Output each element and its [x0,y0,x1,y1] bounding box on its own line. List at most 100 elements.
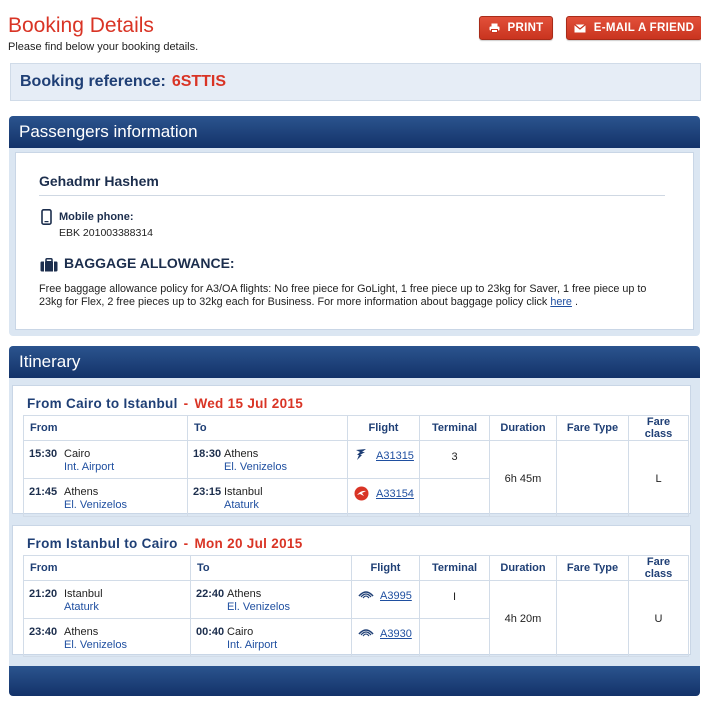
fare-class-value: L [628,440,689,517]
segment-destination: Cairo [141,536,178,551]
departure-time: 23:40 [29,626,58,638]
page-title: Booking Details [8,14,154,37]
segment-from-word: From [27,396,62,411]
passengers-heading: Passengers information [9,116,700,148]
briefcase-icon [40,258,58,277]
flight-number-link[interactable]: A3995 [380,590,412,602]
col-fare-class: Fare class [628,415,689,441]
segment-heading: From Cairo to Istanbul - Wed 15 Jul 2015 [27,396,303,411]
page-subtitle: Please find below your booking details. [8,41,199,53]
col-from: From [23,415,188,441]
arrival-airport: El. Venizelos [224,461,287,473]
baggage-allowance-title: BAGGAGE ALLOWANCE: [64,255,235,271]
arrival-time: 23:15 [193,486,222,498]
segment-to-word: to [124,536,138,551]
print-label: PRINT [507,22,544,34]
booking-reference-label: Booking reference: [20,73,166,90]
fare-type-value [556,580,629,657]
segment-dash: - [183,536,189,551]
flight-number-link[interactable]: A3930 [380,628,412,640]
itinerary-segment-outbound: From Cairo to Istanbul - Wed 15 Jul 2015 F… [12,385,691,517]
flight-number-link[interactable]: A33154 [376,488,414,500]
col-to: To [187,415,348,441]
segment-table: From To Flight Terminal Duration Fare Ty… [23,555,689,657]
departure-time: 21:20 [29,588,58,600]
table-header-row: From To Flight Terminal Duration Fare Ty… [23,555,689,581]
departure-airport: Ataturk [64,601,99,613]
segment-date: Mon 20 Jul 2015 [194,536,303,551]
fare-type-value [556,440,629,517]
baggage-policy-link[interactable]: here [550,296,572,308]
segment-destination: Istanbul [123,396,178,411]
mobile-phone-icon [41,209,52,230]
egyptair-falcon-icon [354,448,368,465]
arrival-city: Athens [227,588,262,600]
arrival-time: 18:30 [193,448,222,460]
print-button[interactable]: PRINT [479,16,553,40]
baggage-allowance-text: Free baggage allowance policy for A3/OA … [39,283,669,309]
email-friend-button[interactable]: E-MAIL A FRIEND [566,16,701,40]
email-friend-label: E-MAIL A FRIEND [593,22,695,34]
col-terminal: Terminal [419,415,490,441]
duration-value: 4h 20m [489,580,557,657]
segment-dash: - [183,396,189,411]
departure-airport: El. Venizelos [64,639,127,651]
turkish-airlines-icon [354,486,369,504]
departure-city: Istanbul [64,588,103,600]
mobile-phone-label: Mobile phone: [59,211,134,223]
itinerary-footer [9,666,700,696]
terminal-value [419,618,490,657]
baggage-policy-end: . [571,296,578,308]
col-flight: Flight [347,415,420,441]
arrival-city: Athens [224,448,259,460]
table-header-row: From To Flight Terminal Duration Fare Ty… [23,415,689,441]
fare-class-value: U [628,580,689,657]
col-from: From [23,555,191,581]
col-duration: Duration [489,555,557,581]
arrival-airport: El. Venizelos [227,601,290,613]
passengers-panel: Passengers information Gehadmr Hashem Mo… [9,116,700,336]
terminal-value: I [419,580,490,619]
departure-airport: Int. Airport [64,461,115,473]
departure-time: 15:30 [29,448,58,460]
col-duration: Duration [489,415,557,441]
arrival-airport: Ataturk [224,499,259,511]
itinerary-segment-return: From Istanbul to Cairo - Mon 20 Jul 2015 F… [12,525,691,657]
departure-time: 21:45 [29,486,58,498]
col-terminal: Terminal [419,555,490,581]
table-row: 21:20 Istanbul Ataturk 22:40 Athens El. … [23,580,689,657]
col-flight: Flight [351,555,420,581]
flight-number-link[interactable]: A31315 [376,450,414,462]
aegean-icon [358,588,374,603]
segment-origin: Istanbul [66,536,121,551]
departure-city: Athens [64,486,99,498]
booking-reference-code: 6STTIS [171,73,227,90]
table-row: 15:30 Cairo Int. Airport 18:30 Athens El… [23,440,689,517]
itinerary-heading: Itinerary [9,346,700,378]
col-fare-type: Fare Type [556,555,629,581]
segment-origin: Cairo [66,396,103,411]
segment-date: Wed 15 Jul 2015 [194,396,304,411]
mobile-phone-value: EBK 201003388314 [59,227,154,239]
envelope-icon [573,23,586,33]
arrival-airport: Int. Airport [227,639,278,651]
departure-airport: El. Venizelos [64,499,127,511]
col-to: To [190,555,352,581]
segment-heading: From Istanbul to Cairo - Mon 20 Jul 2015 [27,536,303,551]
passenger-name: Gehadmr Hashem [39,173,159,189]
arrival-time: 22:40 [196,588,225,600]
aegean-icon [358,626,374,641]
booking-reference-bar: Booking reference: 6STTIS [10,63,701,101]
divider [39,195,665,196]
terminal-value: 3 [419,440,490,479]
arrival-city: Istanbul [224,486,263,498]
arrival-time: 00:40 [196,626,225,638]
passenger-card: Gehadmr Hashem Mobile phone: EBK 2010033… [15,152,694,330]
departure-city: Cairo [64,448,91,460]
segment-from-word: From [27,536,62,551]
segment-table: From To Flight Terminal Duration Fare Ty… [23,415,689,517]
col-fare-class: Fare class [628,555,689,581]
segment-to-word: to [106,396,120,411]
print-icon [489,23,500,33]
terminal-value [419,478,490,517]
